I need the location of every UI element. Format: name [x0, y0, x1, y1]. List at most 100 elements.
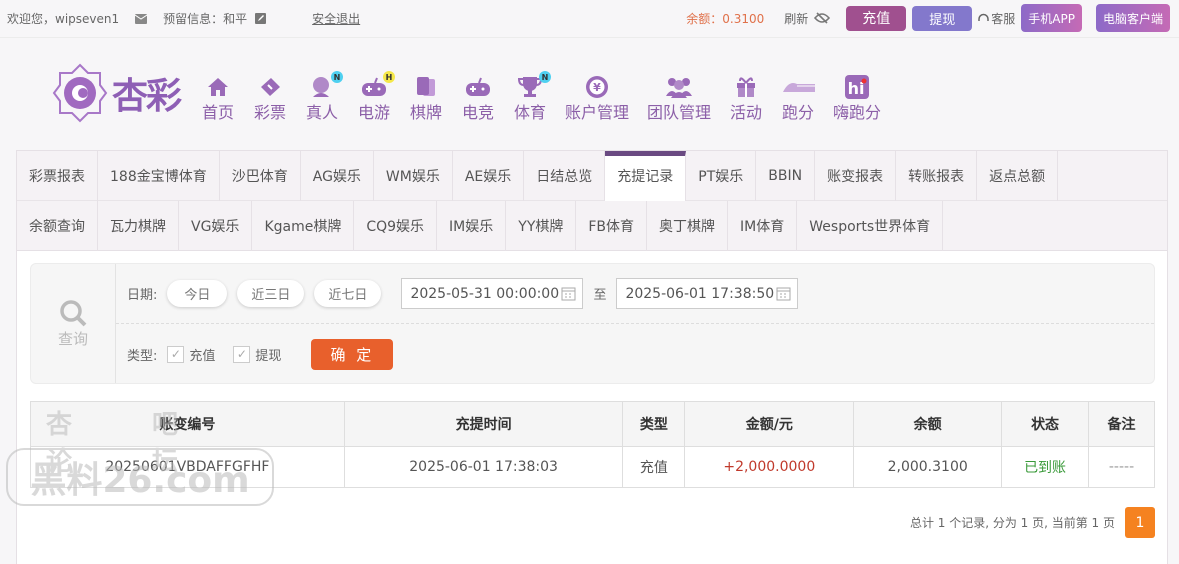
tab[interactable]: WM娱乐 — [374, 151, 453, 201]
nav-item-label: 团队管理 — [647, 103, 712, 122]
column-header: 余额 — [853, 401, 1003, 447]
top-bar: 欢迎您，wipseven1 预留信息：和平 安全退出 余额：0.3100 刷新 … — [0, 0, 1179, 38]
table-cell: 2,000.3100 — [853, 446, 1003, 488]
end-date-input[interactable]: 2025-06-01 17:38:50 — [616, 278, 799, 309]
tab[interactable]: 瓦力棋牌 — [98, 201, 179, 251]
today-button[interactable]: 今日 — [167, 280, 228, 307]
table-cell: 已到账 — [1001, 446, 1090, 488]
reserved-info: 预留信息：和平 — [163, 12, 248, 26]
type-label: 类型: — [127, 348, 158, 364]
tab[interactable]: AG娱乐 — [301, 151, 374, 201]
tab[interactable]: IM娱乐 — [437, 201, 507, 251]
withdraw-checkbox[interactable]: ✓ 提现 — [233, 345, 281, 364]
logout-link[interactable]: 安全退出 — [312, 10, 360, 27]
pc-client-button[interactable]: 电脑客户端 — [1095, 4, 1170, 32]
tab[interactable]: VG娱乐 — [179, 201, 253, 251]
paofen-icon — [781, 75, 816, 99]
tab[interactable]: IM体育 — [728, 201, 798, 251]
nav-item[interactable]: 棋牌 — [409, 75, 443, 123]
table-cell: ----- — [1088, 446, 1155, 488]
nav-item[interactable]: 团队管理 — [647, 75, 711, 123]
tab[interactable]: Wesports世界体育 — [797, 201, 944, 251]
badge-H: H — [383, 71, 396, 83]
column-header: 金额/元 — [684, 401, 855, 447]
nav-item[interactable]: 彩票 — [253, 75, 287, 123]
confirm-button[interactable]: 确 定 — [311, 338, 394, 370]
checkmark-icon: ✓ — [233, 345, 251, 363]
eye-slash-icon[interactable] — [814, 12, 831, 24]
withdraw-button[interactable]: 提现 — [912, 5, 973, 31]
nav-item-label: 跑分 — [782, 103, 815, 122]
tab[interactable]: 日结总览 — [524, 151, 606, 201]
query-panel: 查询 日期: 今日 近三日 近七日 2025-05-31 00:00:00 至 … — [30, 263, 1155, 384]
welcome-text: 欢迎您，wipseven1 — [7, 12, 120, 26]
nav-item-label: 账户管理 — [565, 103, 630, 122]
logo-text: 杏彩 — [112, 76, 182, 117]
yen-coin-icon: ¥ — [580, 75, 614, 99]
nav-item-label: 彩票 — [254, 103, 287, 122]
tab[interactable]: BBIN — [756, 151, 816, 201]
tab[interactable]: CQ9娱乐 — [354, 201, 438, 251]
tab[interactable]: 彩票报表 — [17, 151, 98, 201]
nav-item[interactable]: ¥ 账户管理 — [565, 75, 629, 123]
tab[interactable]: PT娱乐 — [686, 151, 757, 201]
column-header: 账变编号 — [30, 401, 345, 447]
logo[interactable]: 杏彩 — [52, 63, 182, 123]
nav-item[interactable]: 首页 — [201, 75, 235, 123]
mobile-app-button[interactable]: 手机APP — [1021, 4, 1082, 32]
calendar-icon[interactable] — [776, 286, 791, 301]
nav-item-label: 棋牌 — [410, 103, 443, 122]
column-header: 备注 — [1088, 401, 1155, 447]
refresh-link[interactable]: 刷新 — [784, 10, 808, 27]
records-table: 账变编号 充提时间 类型 金额/元 余额 状态 备注 20250601VBDAFFGFHF 2… — [30, 401, 1155, 488]
nav-item[interactable]: N 体育 — [513, 71, 552, 123]
table-cell: 充值 — [622, 446, 686, 488]
end-date-value: 2025-06-01 17:38:50 — [625, 285, 775, 302]
nav-item[interactable]: hi 嗨跑分 — [833, 75, 881, 123]
seven-days-button[interactable]: 近七日 — [314, 280, 382, 307]
deposit-checkbox[interactable]: ✓ 充值 — [167, 345, 215, 364]
deposit-button[interactable]: 充值 — [846, 5, 907, 31]
nav-item-label: 首页 — [202, 103, 235, 122]
nav-item[interactable]: H 电游 — [357, 71, 396, 123]
trophy-icon: N — [513, 71, 552, 99]
three-days-button[interactable]: 近三日 — [237, 280, 305, 307]
nav-item-label: 活动 — [730, 103, 763, 122]
query-label: 查询 — [57, 330, 88, 348]
checkmark-icon: ✓ — [167, 345, 185, 363]
nav-item[interactable]: N 真人 — [305, 71, 344, 123]
nav-item-label: 电竞 — [462, 103, 495, 122]
calendar-icon[interactable] — [561, 286, 576, 301]
mail-icon[interactable] — [135, 13, 148, 24]
tab[interactable]: YY棋牌 — [506, 201, 577, 251]
start-date-value: 2025-05-31 00:00:00 — [410, 285, 560, 302]
edit-icon[interactable] — [255, 13, 267, 24]
page-1-button[interactable]: 1 — [1125, 507, 1155, 538]
tab[interactable]: 余额查询 — [17, 201, 98, 251]
pagination-summary: 总计 1 个记录, 分为 1 页, 当前第 1 页 — [909, 516, 1115, 530]
tab[interactable]: 账变报表 — [815, 151, 897, 201]
tab[interactable]: 188金宝博体育 — [98, 151, 220, 201]
headset-icon[interactable] — [978, 13, 990, 24]
tab[interactable]: 返点总额 — [977, 151, 1059, 201]
team-icon — [662, 75, 696, 99]
tab[interactable]: FB体育 — [576, 201, 648, 251]
nav-item[interactable]: 电竞 — [461, 75, 495, 123]
tab[interactable]: Kgame棋牌 — [252, 201, 355, 251]
main-nav: 杏彩 首页 彩票 N 真人 H 电游 棋牌 电竞 N 体育 ¥ 账户管理 团队管理 活动 跑分 hi 嗨跑分 — [0, 38, 1179, 148]
nav-item[interactable]: 活动 — [729, 75, 763, 123]
gamepad-icon: H — [357, 71, 396, 99]
tab[interactable]: 转账报表 — [896, 151, 978, 201]
table-cell: 2025-06-01 17:38:03 — [343, 446, 624, 488]
start-date-input[interactable]: 2025-05-31 00:00:00 — [401, 278, 584, 309]
tab[interactable]: AE娱乐 — [453, 151, 525, 201]
date-label: 日期: — [127, 288, 158, 303]
tab[interactable]: 充提记录 — [605, 151, 687, 201]
tab[interactable]: 沙巴体育 — [220, 151, 301, 201]
cards-icon — [409, 75, 443, 99]
search-icon — [60, 300, 87, 327]
gift-icon — [729, 75, 763, 99]
tab[interactable]: 奥丁棋牌 — [647, 201, 729, 251]
nav-item[interactable]: 跑分 — [781, 75, 816, 123]
service-link[interactable]: 客服 — [991, 10, 1015, 27]
